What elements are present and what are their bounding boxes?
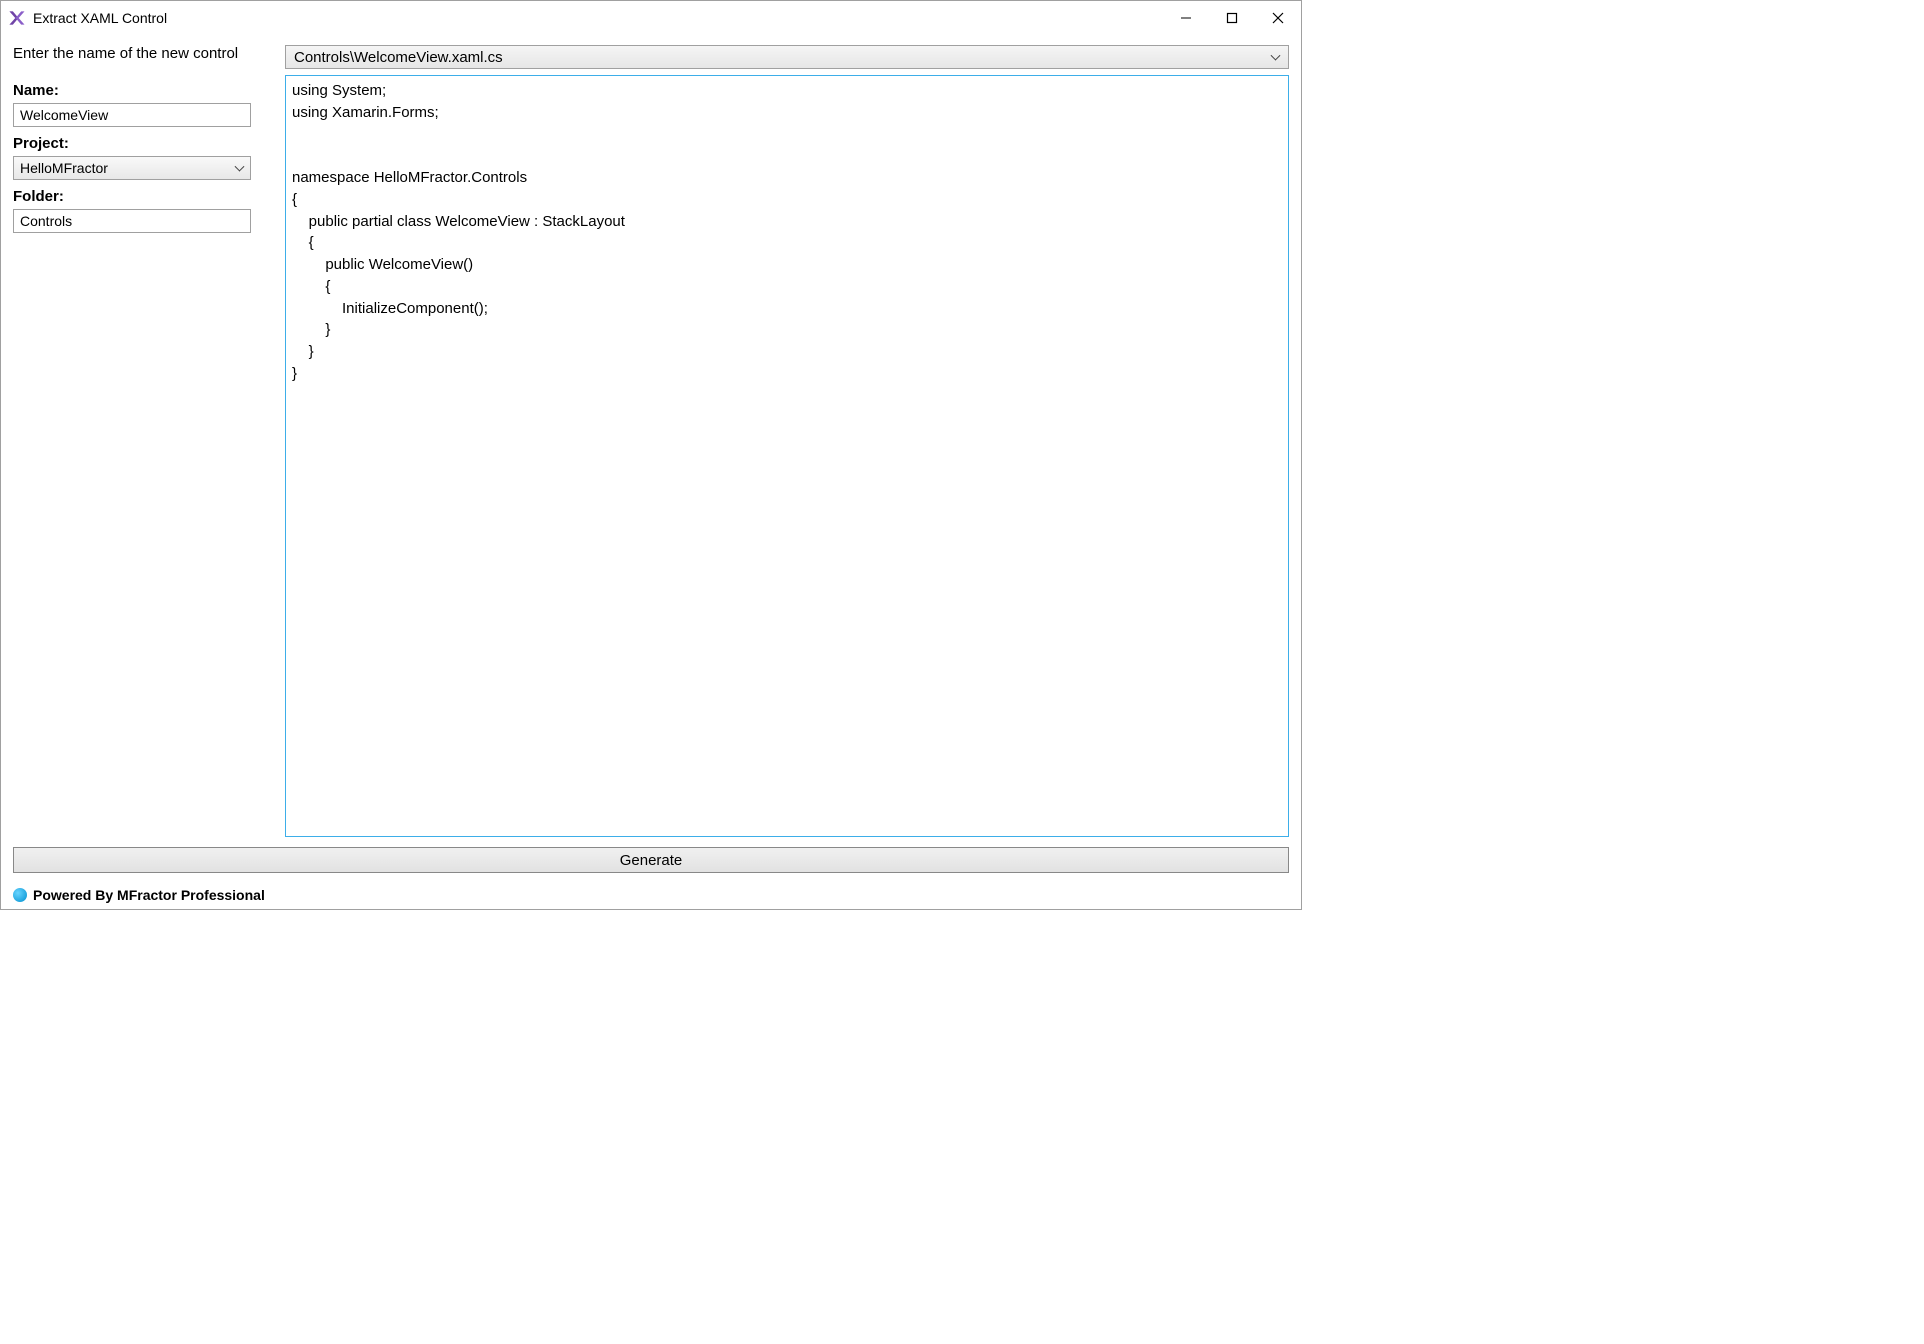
footer: Powered By MFractor Professional xyxy=(13,881,1289,903)
upper-panel: Enter the name of the new control Name: … xyxy=(13,45,1289,837)
project-select[interactable]: HelloMFractor xyxy=(13,156,251,180)
preview-panel: Controls\WelcomeView.xaml.cs xyxy=(285,45,1289,837)
name-input[interactable] xyxy=(13,103,251,127)
mfractor-icon xyxy=(13,888,27,902)
project-label: Project: xyxy=(13,135,273,152)
app-icon xyxy=(7,8,27,28)
close-button[interactable] xyxy=(1255,1,1301,35)
minimize-button[interactable] xyxy=(1163,1,1209,35)
code-preview[interactable] xyxy=(285,75,1289,837)
titlebar: Extract XAML Control xyxy=(1,1,1301,35)
folder-label: Folder: xyxy=(13,188,273,205)
generate-button[interactable]: Generate xyxy=(13,847,1289,873)
project-select-wrap: HelloMFractor xyxy=(13,156,251,180)
window-controls xyxy=(1163,1,1301,35)
name-label: Name: xyxy=(13,82,273,99)
window-title: Extract XAML Control xyxy=(33,10,1163,26)
content-area: Enter the name of the new control Name: … xyxy=(1,35,1301,909)
form-prompt: Enter the name of the new control xyxy=(13,45,273,62)
file-select[interactable]: Controls\WelcomeView.xaml.cs xyxy=(285,45,1289,69)
file-select-wrap: Controls\WelcomeView.xaml.cs xyxy=(285,45,1289,69)
folder-input[interactable] xyxy=(13,209,251,233)
maximize-button[interactable] xyxy=(1209,1,1255,35)
footer-text: Powered By MFractor Professional xyxy=(33,887,265,903)
form-panel: Enter the name of the new control Name: … xyxy=(13,45,273,837)
